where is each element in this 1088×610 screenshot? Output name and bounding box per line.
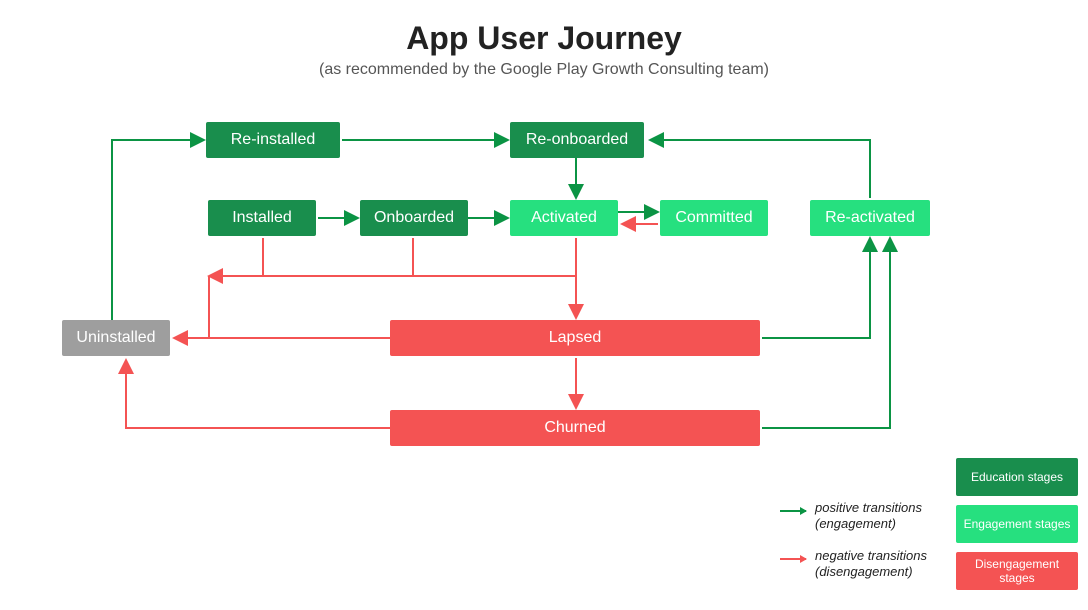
node-reinstalled: Re-installed [206,122,340,158]
node-uninstalled: Uninstalled [62,320,170,356]
arrow-churned-reactivated [762,238,890,428]
legend-disengagement: Disengagement stages [956,552,1078,590]
node-lapsed: Lapsed [390,320,760,356]
legend-negative-label: negative transitions (disengagement) [815,548,955,581]
arrow-uninstalled-reinstalled [112,140,204,320]
arrow-lapsed-reactivated [762,238,870,338]
arrow-reactivated-reonboarded [650,140,870,198]
node-installed: Installed [208,200,316,236]
legend-arrow-positive-icon [780,510,806,512]
node-reonboarded: Re-onboarded [510,122,644,158]
node-churned: Churned [390,410,760,446]
node-activated: Activated [510,200,618,236]
legend-positive-label: positive transitions (engagement) [815,500,955,533]
diagram-canvas: Re-installed Re-onboarded Installed Onbo… [0,0,1088,610]
node-reactivated: Re-activated [810,200,930,236]
legend-education: Education stages [956,458,1078,496]
legend-engagement: Engagement stages [956,505,1078,543]
node-onboarded: Onboarded [360,200,468,236]
arrow-churned-uninstalled [126,360,390,428]
legend-arrow-negative-icon [780,558,806,560]
node-committed: Committed [660,200,768,236]
